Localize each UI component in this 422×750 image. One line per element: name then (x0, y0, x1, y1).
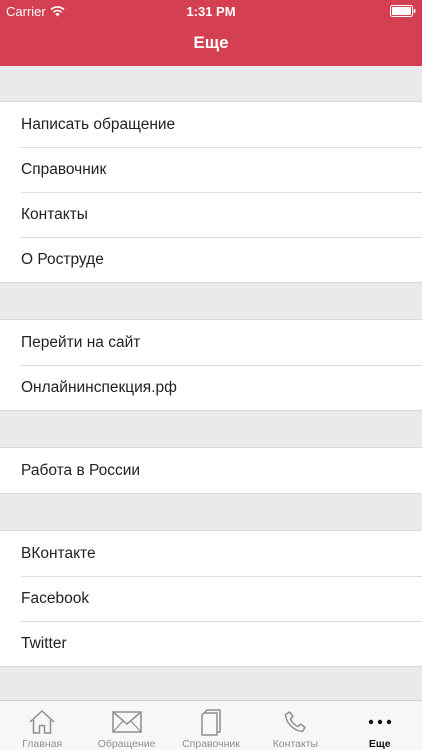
menu-item-online-inspection[interactable]: Онлайнинспекция.рф (0, 365, 422, 410)
menu-section-links: Перейти на сайт Онлайнинспекция.рф (0, 319, 422, 411)
tab-more[interactable]: Еще (338, 701, 422, 750)
tab-contacts-label: Контакты (272, 738, 319, 750)
more-dots-icon (368, 719, 391, 725)
tab-directory[interactable]: Справочник (169, 701, 253, 750)
tab-appeal-label: Обращение (97, 738, 156, 750)
app-header: Carrier 1:31 PM Еще (0, 0, 422, 66)
tab-home-label: Главная (22, 738, 63, 750)
home-icon (29, 710, 55, 734)
battery-icon (390, 5, 416, 17)
menu-item-go-to-site[interactable]: Перейти на сайт (0, 320, 422, 365)
menu-item-contacts[interactable]: Контакты (0, 192, 422, 237)
tab-directory-label: Справочник (182, 738, 240, 750)
tab-more-label: Еще (368, 738, 391, 750)
tab-appeal[interactable]: Обращение (84, 701, 168, 750)
page-title: Еще (193, 33, 229, 52)
tab-contacts[interactable]: Контакты (253, 701, 337, 750)
menu-item-work-in-russia[interactable]: Работа в России (0, 448, 422, 493)
status-bar: Carrier 1:31 PM (0, 0, 422, 22)
book-icon (201, 708, 221, 736)
menu-section-social: ВКонтакте Facebook Twitter (0, 530, 422, 667)
menu-item-write-appeal[interactable]: Написать обращение (0, 102, 422, 147)
menu-item-about[interactable]: О Роструде (0, 237, 422, 282)
tab-home[interactable]: Главная (0, 701, 84, 750)
menu-section-main: Написать обращение Справочник Контакты О… (0, 101, 422, 283)
menu-item-facebook[interactable]: Facebook (0, 576, 422, 621)
menu-section-work: Работа в России (0, 447, 422, 494)
envelope-icon (111, 711, 142, 733)
menu-list[interactable]: Написать обращение Справочник Контакты О… (0, 66, 422, 699)
menu-item-vkontakte[interactable]: ВКонтакте (0, 531, 422, 576)
phone-icon (285, 711, 307, 733)
status-time: 1:31 PM (186, 4, 236, 19)
menu-item-twitter[interactable]: Twitter (0, 621, 422, 666)
menu-item-directory[interactable]: Справочник (0, 147, 422, 192)
tab-bar: Главная Обращение Справочник Контакты Ещ… (0, 700, 422, 750)
